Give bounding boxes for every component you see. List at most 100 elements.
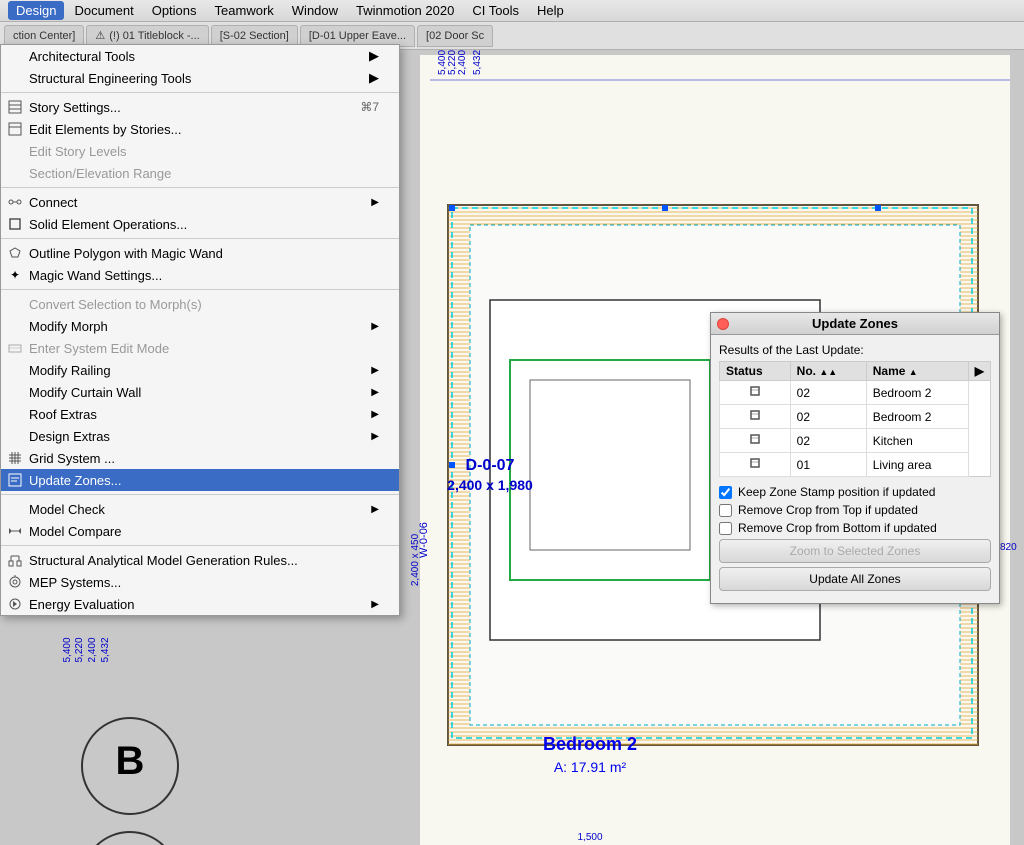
- energy-evaluation-icon: [7, 596, 23, 612]
- edit-elements-label: Edit Elements by Stories...: [29, 122, 181, 137]
- col-name: Name ▲: [866, 362, 968, 381]
- system-edit-icon: [7, 340, 23, 356]
- menu-mep-systems[interactable]: MEP Systems...: [1, 571, 399, 593]
- edit-story-levels-label: Edit Story Levels: [29, 144, 127, 159]
- separator-1: [1, 92, 399, 93]
- section-elevation-icon: [7, 165, 23, 181]
- col-no: No. ▲▲: [790, 362, 866, 381]
- menu-energy-evaluation[interactable]: Energy Evaluation ▶: [1, 593, 399, 615]
- update-zones-label: Update Zones...: [29, 473, 122, 488]
- solid-element-icon: [7, 216, 23, 232]
- dialog-close-button[interactable]: [717, 318, 729, 330]
- row-status-icon: [720, 453, 791, 477]
- update-zones-dialog: Update Zones Results of the Last Update:…: [710, 312, 1000, 604]
- menu-structural-model[interactable]: Structural Analytical Model Generation R…: [1, 549, 399, 571]
- keep-zone-stamp-checkbox[interactable]: [719, 486, 732, 499]
- menu-story-settings[interactable]: Story Settings... ⌘7: [1, 96, 399, 118]
- menu-connect[interactable]: Connect ▶: [1, 191, 399, 213]
- row-no: 01: [790, 453, 866, 477]
- connect-arrow-icon: ▶: [371, 197, 379, 208]
- svg-text:5,400: 5,400: [62, 637, 73, 662]
- energy-evaluation-label: Energy Evaluation: [29, 597, 135, 612]
- menu-outline-polygon[interactable]: Outline Polygon with Magic Wand: [1, 242, 399, 264]
- results-label: Results of the Last Update:: [719, 343, 991, 357]
- dialog-body: Results of the Last Update: Status No. ▲…: [711, 335, 999, 603]
- model-check-arrow-icon: ▶: [371, 504, 379, 515]
- remove-crop-top-label: Remove Crop from Top if updated: [738, 503, 918, 517]
- svg-text:5,432: 5,432: [100, 637, 111, 662]
- menu-twinmotion[interactable]: Twinmotion 2020: [348, 1, 462, 20]
- row-name: Living area: [866, 453, 968, 477]
- menu-roof-extras[interactable]: Roof Extras ▶: [1, 403, 399, 425]
- svg-text:B: B: [116, 739, 145, 783]
- modify-morph-arrow-icon: ▶: [371, 321, 379, 332]
- design-extras-label: Design Extras: [29, 429, 110, 444]
- menu-help[interactable]: Help: [529, 1, 572, 20]
- magic-wand-label: Magic Wand Settings...: [29, 268, 162, 283]
- menu-structural-tools[interactable]: Structural Engineering Tools ▶: [1, 67, 399, 89]
- architectural-tools-label: Architectural Tools: [29, 49, 135, 64]
- row-name: Bedroom 2: [866, 381, 968, 405]
- connect-icon: [7, 194, 23, 210]
- row-status-icon: [720, 405, 791, 429]
- grid-system-label: Grid System ...: [29, 451, 115, 466]
- menu-modify-morph[interactable]: Modify Morph ▶: [1, 315, 399, 337]
- svg-text:820: 820: [1000, 542, 1017, 553]
- menu-window[interactable]: Window: [284, 1, 346, 20]
- row-no: 02: [790, 429, 866, 453]
- menu-design[interactable]: Design: [8, 1, 64, 20]
- remove-crop-top-checkbox[interactable]: [719, 504, 732, 517]
- modify-curtain-icon: [7, 384, 23, 400]
- model-check-label: Model Check: [29, 502, 105, 517]
- menu-document[interactable]: Document: [66, 1, 141, 20]
- menu-teamwork[interactable]: Teamwork: [207, 1, 282, 20]
- connect-label: Connect: [29, 195, 77, 210]
- update-all-zones-button[interactable]: Update All Zones: [719, 567, 991, 591]
- edit-story-levels-icon: [7, 143, 23, 159]
- remove-crop-bottom-checkbox[interactable]: [719, 522, 732, 535]
- separator-2: [1, 187, 399, 188]
- magic-wand-icon: ✦: [7, 267, 23, 283]
- menu-design-extras[interactable]: Design Extras ▶: [1, 425, 399, 447]
- menu-model-compare[interactable]: Model Compare: [1, 520, 399, 542]
- modify-railing-icon: [7, 362, 23, 378]
- arrow-icon: ▶: [369, 70, 379, 86]
- mep-systems-icon: [7, 574, 23, 590]
- convert-morph-label: Convert Selection to Morph(s): [29, 297, 202, 312]
- outline-polygon-icon: [7, 245, 23, 261]
- tab-door-sc[interactable]: [02 Door Sc: [417, 25, 493, 47]
- table-row: 01 Living area: [720, 453, 991, 477]
- col-scroll[interactable]: ▶: [968, 362, 990, 381]
- menu-citools[interactable]: CI Tools: [464, 1, 527, 20]
- modify-morph-label: Modify Morph: [29, 319, 108, 334]
- model-compare-icon: [7, 523, 23, 539]
- menu-modify-curtain[interactable]: Modify Curtain Wall ▶: [1, 381, 399, 403]
- menu-architectural-tools[interactable]: Architectural Tools ▶: [1, 45, 399, 67]
- separator-4: [1, 289, 399, 290]
- svg-text:A: 17.91 m²: A: 17.91 m²: [554, 759, 627, 775]
- menu-model-check[interactable]: Model Check ▶: [1, 498, 399, 520]
- menubar: Design Document Options Teamwork Window …: [0, 0, 1024, 22]
- col-status: Status: [720, 362, 791, 381]
- structural-model-label: Structural Analytical Model Generation R…: [29, 553, 298, 568]
- row-status-icon: [720, 381, 791, 405]
- menu-solid-element[interactable]: Solid Element Operations...: [1, 213, 399, 235]
- section-elevation-label: Section/Elevation Range: [29, 166, 171, 181]
- tab-label: [S-02 Section]: [220, 30, 289, 42]
- modify-curtain-label: Modify Curtain Wall: [29, 385, 141, 400]
- energy-evaluation-arrow-icon: ▶: [371, 599, 379, 610]
- menu-system-edit: Enter System Edit Mode: [1, 337, 399, 359]
- separator-6: [1, 545, 399, 546]
- main-area: ction Center] ⚠ (!) 01 Titleblock -... […: [0, 22, 1024, 845]
- menu-options[interactable]: Options: [144, 1, 205, 20]
- menu-grid-system[interactable]: Grid System ...: [1, 447, 399, 469]
- update-zones-icon: [7, 472, 23, 488]
- tab-label: [02 Door Sc: [426, 30, 484, 42]
- menu-magic-wand[interactable]: ✦ Magic Wand Settings...: [1, 264, 399, 286]
- menu-update-zones[interactable]: Update Zones...: [1, 469, 399, 491]
- menu-modify-railing[interactable]: Modify Railing ▶: [1, 359, 399, 381]
- menu-edit-elements[interactable]: Edit Elements by Stories...: [1, 118, 399, 140]
- checkbox-keep-zone-stamp: Keep Zone Stamp position if updated: [719, 485, 991, 499]
- zoom-to-selected-zones-button[interactable]: Zoom to Selected Zones: [719, 539, 991, 563]
- modify-curtain-arrow-icon: ▶: [371, 387, 379, 398]
